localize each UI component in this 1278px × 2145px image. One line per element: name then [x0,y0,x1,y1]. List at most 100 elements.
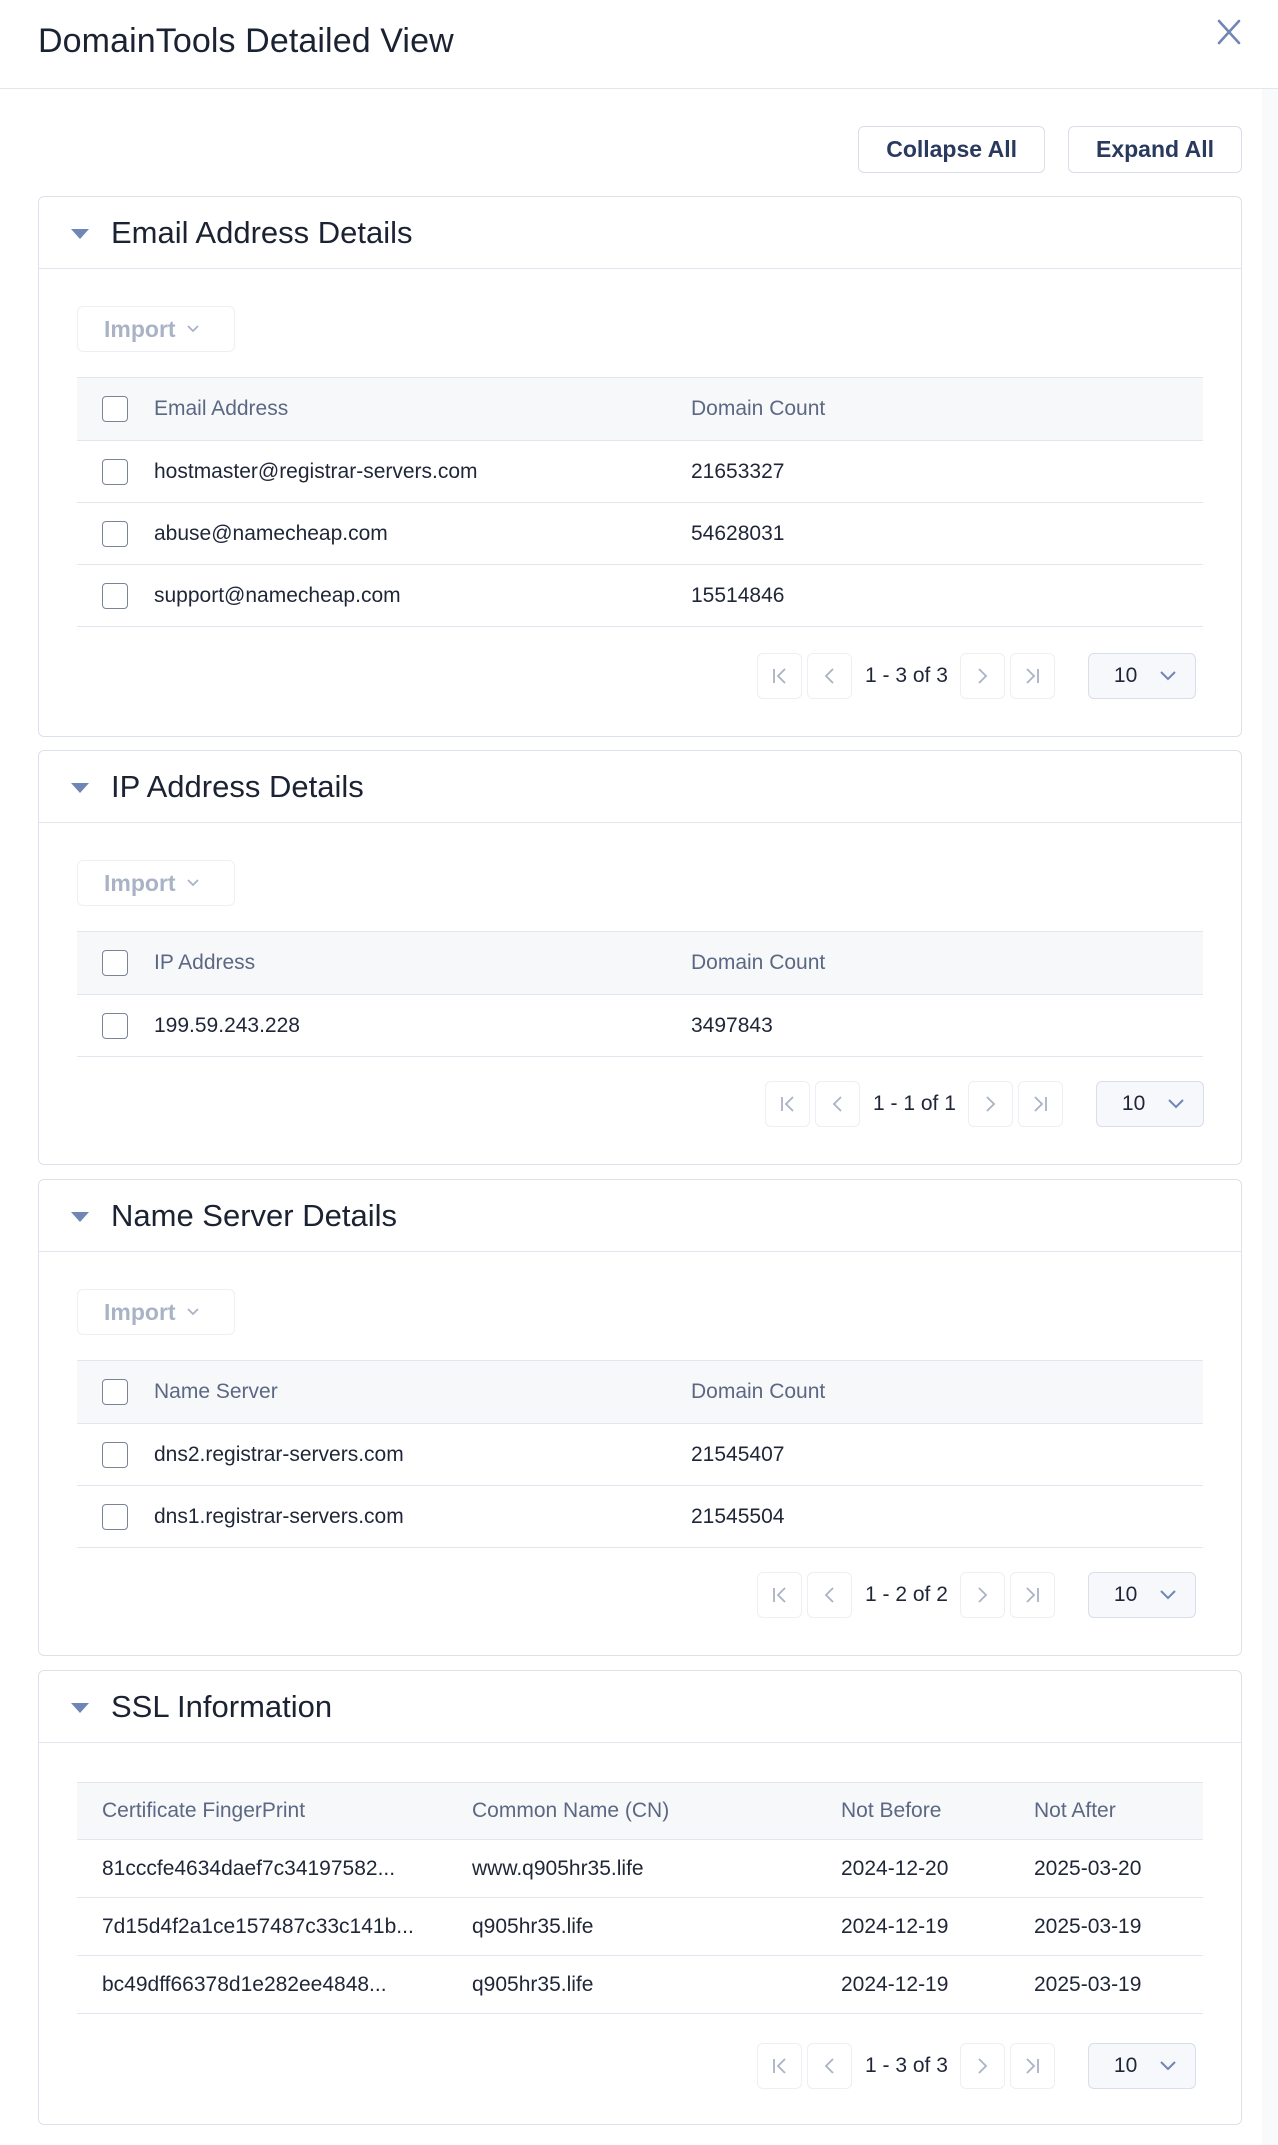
first-page-icon [780,1096,794,1112]
page-size-value: 10 [1113,1583,1138,1606]
previous-page-button[interactable] [807,2043,852,2089]
domain-count-cell: 3497843 [691,1013,773,1037]
not-before-cell: 2024-12-19 [841,1972,949,1996]
table-row: 7d15d4f2a1ce157487c33c141b... q905hr35.l… [77,1898,1203,1956]
section-email-address-details: Email Address Details Import Email Addre… [38,196,1242,737]
next-page-button[interactable] [967,1081,1013,1127]
row-checkbox[interactable] [102,458,128,485]
previous-page-button[interactable] [807,1572,852,1618]
table-header: Email Address Domain Count [77,377,1203,441]
pagination-info: 1 - 3 of 3 [865,2054,948,2077]
pagination: 1 - 1 of 1 10 [765,1081,1204,1127]
row-checkbox[interactable] [102,1012,128,1039]
next-page-button[interactable] [959,2043,1005,2089]
first-page-icon [772,1587,786,1603]
common-name-cell: q905hr35.life [472,1972,594,1996]
page-size-select[interactable]: 10 [1087,653,1196,699]
row-checkbox[interactable] [102,1441,128,1468]
ip-table: IP Address Domain Count 199.59.243.228 3… [77,931,1203,1057]
chevron-right-icon [978,668,988,684]
last-page-button[interactable] [1009,1572,1055,1618]
email-table: Email Address Domain Count hostmaster@re… [77,377,1203,627]
import-label: Import [104,869,176,896]
chevron-right-icon [978,2058,988,2074]
close-button[interactable] [1212,14,1246,50]
section-name-server-details: Name Server Details Import Name Server D… [38,1179,1242,1656]
collapse-all-button[interactable]: Collapse All [858,126,1045,173]
select-all-checkbox[interactable] [102,396,128,422]
column-header[interactable]: Email Address [154,397,288,421]
section-header-email[interactable]: Email Address Details [39,197,1241,269]
not-after-cell: 2025-03-20 [1034,1856,1142,1880]
common-name-cell: www.q905hr35.life [472,1856,644,1880]
first-page-button[interactable] [765,1081,810,1127]
last-page-button[interactable] [1009,653,1055,699]
section-ip-address-details: IP Address Details Import IP Address Dom… [38,750,1242,1165]
row-checkbox[interactable] [102,1503,128,1530]
column-header[interactable]: Not Before [841,1799,941,1823]
section-title: Name Server Details [111,1197,397,1233]
column-header[interactable]: Certificate FingerPrint [102,1799,305,1823]
name-server-cell: dns1.registrar-servers.com [154,1504,404,1528]
section-header-name-server[interactable]: Name Server Details [39,1180,1241,1252]
ip-address-cell: 199.59.243.228 [154,1013,300,1037]
domain-count-cell: 15514846 [691,583,785,607]
expand-all-button[interactable]: Expand All [1068,126,1242,173]
ssl-table: Certificate FingerPrint Common Name (CN)… [77,1782,1203,2014]
pagination-info: 1 - 3 of 3 [865,664,948,687]
import-label: Import [104,1298,176,1325]
next-page-button[interactable] [959,653,1005,699]
page-size-value: 10 [1121,1092,1146,1115]
column-header[interactable]: Name Server [154,1380,278,1404]
section-title: IP Address Details [111,768,364,804]
pagination-info: 1 - 1 of 1 [873,1092,956,1115]
import-dropdown-button[interactable]: Import [77,306,235,352]
last-page-icon [1026,1587,1040,1603]
column-header[interactable]: Common Name (CN) [472,1799,669,1823]
column-header[interactable]: Domain Count [691,951,825,975]
table-row: dns2.registrar-servers.com 21545407 [77,1424,1203,1486]
chevron-down-icon [186,879,199,887]
fingerprint-cell: 7d15d4f2a1ce157487c33c141b... [102,1914,414,1938]
first-page-button[interactable] [757,653,802,699]
page-size-select[interactable]: 10 [1087,1572,1196,1618]
next-page-button[interactable] [959,1572,1005,1618]
last-page-icon [1034,1096,1048,1112]
domain-count-cell: 21545407 [691,1442,785,1466]
name-server-table: Name Server Domain Count dns2.registrar-… [77,1360,1203,1548]
close-icon [1217,19,1241,45]
previous-page-button[interactable] [815,1081,860,1127]
section-title: Email Address Details [111,214,413,250]
table-row: bc49dff66378d1e282ee4848... q905hr35.lif… [77,1956,1203,2014]
select-all-checkbox[interactable] [102,950,128,976]
previous-page-button[interactable] [807,653,852,699]
page-size-select[interactable]: 10 [1095,1081,1204,1127]
row-checkbox[interactable] [102,582,128,609]
pagination-info: 1 - 2 of 2 [865,1583,948,1606]
column-header[interactable]: Domain Count [691,1380,825,1404]
page-size-select[interactable]: 10 [1087,2043,1196,2089]
last-page-button[interactable] [1017,1081,1063,1127]
domaintools-modal: DomainTools Detailed View Collapse All E… [0,0,1278,2145]
column-header[interactable]: Domain Count [691,397,825,421]
chevron-down-icon [1160,671,1176,681]
pagination: 1 - 2 of 2 10 [757,1572,1196,1618]
section-header-ssl[interactable]: SSL Information [39,1671,1241,1743]
email-address-cell: support@namecheap.com [154,583,401,607]
select-all-checkbox[interactable] [102,1379,128,1405]
chevron-down-icon [186,1308,199,1316]
row-checkbox[interactable] [102,520,128,547]
first-page-button[interactable] [757,2043,802,2089]
not-before-cell: 2024-12-19 [841,1914,949,1938]
column-header[interactable]: IP Address [154,951,255,975]
table-row: 199.59.243.228 3497843 [77,995,1203,1057]
first-page-button[interactable] [757,1572,802,1618]
import-dropdown-button[interactable]: Import [77,1289,235,1335]
import-dropdown-button[interactable]: Import [77,860,235,906]
chevron-down-icon [1168,1099,1184,1109]
section-header-ip[interactable]: IP Address Details [39,751,1241,823]
last-page-button[interactable] [1009,2043,1055,2089]
page-size-value: 10 [1113,664,1138,687]
modal-backdrop-edge [1262,0,1278,2145]
column-header[interactable]: Not After [1034,1799,1116,1823]
